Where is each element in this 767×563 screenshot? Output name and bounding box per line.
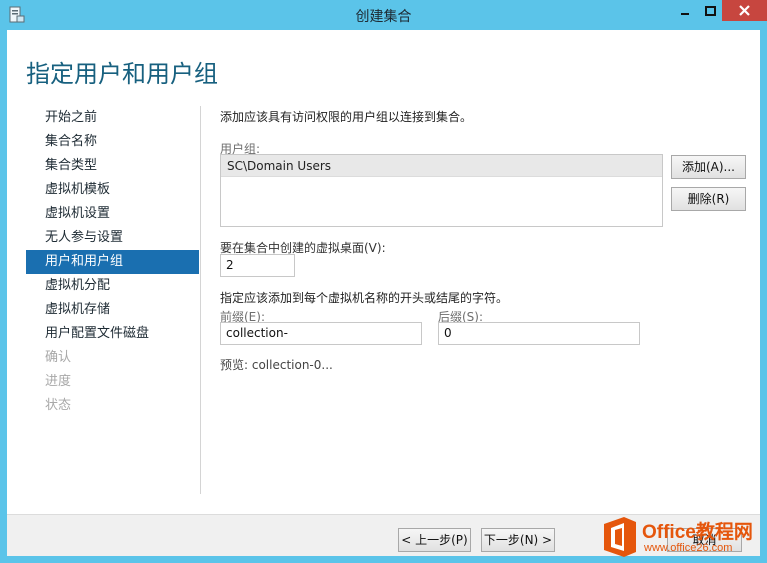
nav-item-progress: 进度	[45, 374, 72, 389]
nav-item-user-profile-disks[interactable]: 用户配置文件磁盘	[26, 322, 199, 346]
name-preview: 预览: collection-0...	[220, 358, 333, 372]
prefix-input[interactable]: collection-	[220, 322, 422, 345]
wizard-nav: 开始之前 集合名称 集合类型 虚拟机模板 虚拟机设置 无人参与设置 用户和用户组…	[26, 106, 199, 418]
close-icon	[739, 5, 750, 16]
page-title: 指定用户和用户组	[26, 60, 218, 88]
next-button[interactable]: 下一步(N) >	[481, 528, 555, 552]
minimize-icon	[681, 12, 689, 15]
user-groups-list[interactable]: SC\Domain Users	[220, 154, 663, 227]
nav-item-confirmation: 确认	[45, 350, 72, 365]
nav-item-before-you-begin[interactable]: 开始之前	[26, 106, 199, 130]
watermark-url: www.office26.com	[644, 542, 733, 554]
wizard-window: 创建集合 指定用户和用户组 开始之前 集合名称 集合类型 虚拟机模板 虚拟机设置…	[0, 0, 767, 563]
nav-item-unattended-settings[interactable]: 无人参与设置	[26, 226, 199, 250]
nav-divider	[200, 106, 201, 494]
nav-item-collection-name[interactable]: 集合名称	[26, 130, 199, 154]
suffix-input[interactable]: 0	[438, 322, 640, 345]
title-bar[interactable]: 创建集合	[0, 0, 767, 30]
nav-item-status: 状态	[45, 398, 72, 413]
desktop-count-input[interactable]: 2	[220, 254, 295, 277]
nav-item-vm-template[interactable]: 虚拟机模板	[26, 178, 199, 202]
maximize-button[interactable]	[697, 0, 723, 21]
window-title: 创建集合	[355, 9, 412, 25]
nav-item-users-and-groups[interactable]: 用户和用户组	[26, 250, 199, 274]
nav-item-collection-type[interactable]: 集合类型	[26, 154, 199, 178]
naming-description: 指定应该添加到每个虚拟机名称的开头或结尾的字符。	[220, 291, 509, 305]
previous-button[interactable]: < 上一步(P)	[398, 528, 471, 552]
close-button[interactable]	[722, 0, 767, 21]
watermark: Office教程网 www.office26.com	[600, 515, 767, 563]
nav-item-vm-allocation[interactable]: 虚拟机分配	[26, 274, 199, 298]
add-group-button[interactable]: 添加(A)...	[671, 155, 746, 179]
office-logo-icon	[604, 517, 636, 557]
maximize-icon	[704, 5, 716, 16]
list-item[interactable]: SC\Domain Users	[221, 155, 662, 177]
nav-item-vm-storage[interactable]: 虚拟机存储	[26, 298, 199, 322]
minimize-button[interactable]	[672, 0, 698, 21]
nav-item-vm-settings[interactable]: 虚拟机设置	[26, 202, 199, 226]
watermark-title: Office教程网	[642, 522, 753, 543]
intro-text: 添加应该具有访问权限的用户组以连接到集合。	[220, 110, 473, 124]
remove-group-button[interactable]: 删除(R)	[671, 187, 746, 211]
wizard-client-area: 指定用户和用户组 开始之前 集合名称 集合类型 虚拟机模板 虚拟机设置 无人参与…	[7, 30, 760, 556]
